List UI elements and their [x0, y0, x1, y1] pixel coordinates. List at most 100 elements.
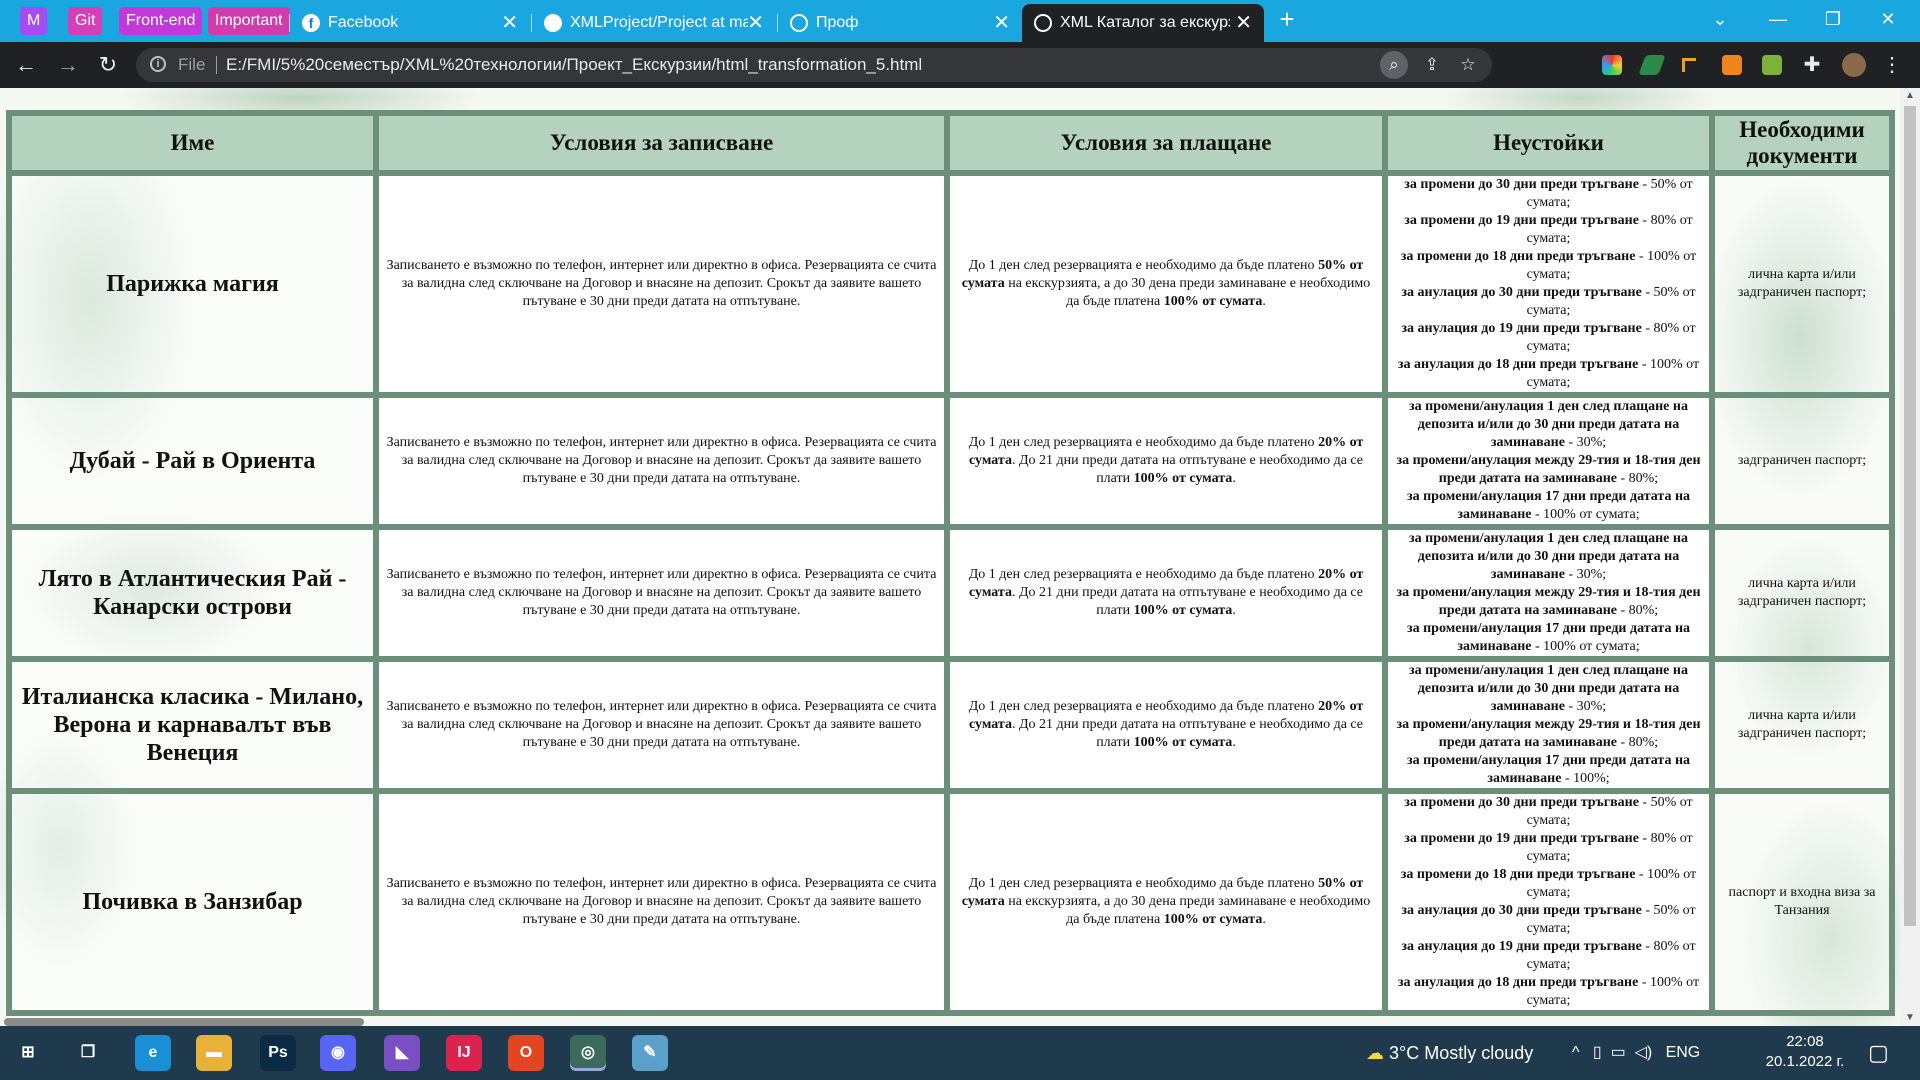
puzzle-icon[interactable]: ✚: [1802, 55, 1822, 75]
penalty-item: за анулация до 30 дни преди тръгване - 5…: [1388, 284, 1709, 320]
payment-text: .: [1232, 471, 1236, 486]
payment-text: .: [1232, 735, 1236, 750]
scrollbar-thumb[interactable]: [1904, 106, 1916, 926]
close-icon[interactable]: ✕: [501, 4, 518, 42]
header-enrollment: Условия за записване: [376, 113, 947, 173]
bookmark-front-end[interactable]: Front-end: [119, 7, 203, 35]
clock[interactable]: 22:08 20.1.2022 г.: [1750, 1032, 1860, 1072]
share-icon[interactable]: ⇪: [1418, 51, 1446, 79]
address-bar[interactable]: i File E:/FMI/5%20семестър/XML%20техноло…: [136, 48, 1492, 82]
close-icon[interactable]: ✕: [993, 4, 1010, 42]
penalty-condition: за промени/анулация 1 ден след плащане н…: [1409, 531, 1688, 582]
tab-facebook[interactable]: f Facebook ✕: [290, 4, 530, 42]
penalty-item: за анулация до 19 дни преди тръгване - 8…: [1388, 938, 1709, 974]
close-window-button[interactable]: ✕: [1868, 4, 1908, 34]
zoom-icon[interactable]: ⌕: [1380, 51, 1408, 79]
forward-button[interactable]: →: [52, 50, 84, 80]
tab-prof[interactable]: Проф ✕: [778, 4, 1022, 42]
penalty-item: за промени до 18 дни преди тръгване - 10…: [1388, 248, 1709, 284]
new-tab-button[interactable]: +: [1267, 4, 1307, 34]
table-row: Парижка магия Записването е възможно по т…: [9, 173, 1892, 395]
weather-widget[interactable]: ☁ 3°C Mostly cloudy: [1366, 1026, 1533, 1080]
vertical-scrollbar[interactable]: ▲ ▼: [1900, 88, 1920, 1026]
header-row: Име Условия за записване Условия за плащ…: [9, 113, 1892, 173]
intellij-app[interactable]: IJ: [446, 1035, 482, 1071]
table-row: Лято в Атлантическия Рай - Канарски остр…: [9, 527, 1892, 659]
bookmark-m[interactable]: M: [20, 7, 48, 35]
globe-icon: [790, 14, 808, 32]
photoshop-app[interactable]: Ps: [260, 1035, 296, 1071]
color-picker-extension-icon[interactable]: [1602, 55, 1622, 75]
chrome-app[interactable]: ◎: [570, 1035, 606, 1071]
office-app[interactable]: O: [508, 1035, 544, 1071]
close-icon[interactable]: ✕: [747, 4, 764, 42]
language-indicator[interactable]: ENG: [1666, 1044, 1701, 1061]
close-icon[interactable]: ✕: [1235, 4, 1252, 42]
bookmark-important[interactable]: Important: [208, 7, 290, 35]
payment-conditions: До 1 ден след резервацията е необходимо …: [947, 791, 1385, 1013]
bookmark-git[interactable]: Git: [68, 7, 103, 35]
table-row: Почивка в Занзибар Записването е възможно…: [9, 791, 1892, 1013]
system-tray[interactable]: ^ ▯ ▭ ◁) ENG: [1572, 1026, 1700, 1080]
pen-extension-icon[interactable]: [1638, 55, 1666, 75]
maximize-button[interactable]: ❐: [1813, 4, 1853, 34]
penalty-list: за промени/анулация 1 ден след плащане н…: [1385, 395, 1712, 527]
penalty-value: - 100%;: [1561, 771, 1610, 786]
globe-icon: [1034, 14, 1052, 32]
battery-icon[interactable]: ▭: [1611, 1044, 1626, 1061]
visual-studio-app[interactable]: ◣: [384, 1035, 420, 1071]
menu-icon[interactable]: ⋮: [1882, 55, 1902, 75]
cloud-sun-icon: ☁: [1366, 1043, 1384, 1063]
penalty-item: за промени до 30 дни преди тръгване - 50…: [1388, 176, 1709, 212]
required-documents: лична карта и/или задграничен паспорт;: [1712, 173, 1892, 395]
edge-app[interactable]: e: [135, 1035, 171, 1071]
github-icon: [544, 14, 562, 32]
penalty-item: за промени до 19 дни преди тръгване - 80…: [1388, 830, 1709, 866]
bookmark-star-icon[interactable]: ☆: [1454, 51, 1482, 79]
file-explorer-app[interactable]: ▬: [196, 1035, 232, 1071]
penalty-item: за промени/анулация между 29-тия и 18-ти…: [1388, 716, 1709, 752]
payment-text: До 1 ден след резервацията е необходимо …: [968, 567, 1319, 582]
network-icon[interactable]: ▯: [1593, 1044, 1602, 1061]
excursion-name: Почивка в Занзибар: [9, 791, 376, 1013]
tab-search-button[interactable]: ⌄: [1700, 4, 1740, 34]
chevron-up-icon[interactable]: ^: [1572, 1044, 1580, 1061]
penalty-item: за анулация до 18 дни преди тръгване - 1…: [1388, 356, 1709, 392]
reload-button[interactable]: ↻: [92, 50, 124, 80]
excursion-name: Италианска класика - Милано, Верона и ка…: [9, 659, 376, 791]
payment-conditions: До 1 ден след резервацията е необходимо …: [947, 395, 1385, 527]
penalty-condition: за анулация до 18 дни преди тръгване: [1397, 357, 1639, 372]
penalty-condition: за анулация до 30 дни преди тръгване: [1401, 903, 1642, 918]
enrollment-conditions: Записването е възможно по телефон, интер…: [376, 791, 947, 1013]
task-view-button[interactable]: ❒: [70, 1035, 106, 1071]
penalty-condition: за анулация до 30 дни преди тръгване: [1401, 285, 1642, 300]
paint-app[interactable]: ✎: [632, 1035, 668, 1071]
minimize-button[interactable]: —: [1758, 4, 1798, 34]
info-icon[interactable]: i: [150, 56, 166, 72]
tab-xml-catalog[interactable]: XML Каталог за екскурзии ✕: [1022, 4, 1264, 42]
horizontal-scrollbar[interactable]: [4, 1018, 364, 1026]
excursion-name: Дубай - Рай в Ориента: [9, 395, 376, 527]
payment-text: .: [1262, 912, 1266, 927]
url-text[interactable]: E:/FMI/5%20семестър/XML%20технологии/Про…: [226, 48, 922, 82]
scroll-down-arrow[interactable]: ▼: [1900, 1010, 1920, 1026]
avatar[interactable]: [1842, 53, 1866, 77]
tab-title: Проф: [816, 14, 859, 31]
back-button[interactable]: ←: [10, 50, 42, 80]
speaker-icon[interactable]: ◁): [1635, 1044, 1653, 1061]
table-row: Дубай - Рай в Ориента Записването е възмо…: [9, 395, 1892, 527]
penalty-condition: за анулация до 19 дни преди тръгване: [1401, 321, 1642, 336]
discord-app[interactable]: ◉: [320, 1035, 356, 1071]
payment-text: До 1 ден след резервацията е необходимо …: [968, 258, 1319, 273]
tab-github[interactable]: XMLProject/Project at main · Vesi ✕: [532, 4, 776, 42]
tab-strip: M Git Front-end Important f Facebook ✕ X…: [0, 0, 1920, 42]
android-extension-icon[interactable]: [1762, 55, 1782, 75]
tab-title: XML Каталог за екскурзии: [1060, 14, 1230, 31]
notifications-icon[interactable]: ▢: [1868, 1026, 1889, 1080]
bracket-extension-icon[interactable]: [1682, 58, 1696, 72]
penalty-item: за промени/анулация 17 дни преди датата …: [1388, 752, 1709, 788]
scroll-up-arrow[interactable]: ▲: [1900, 88, 1920, 104]
start-button[interactable]: ⊞: [10, 1035, 46, 1071]
penalty-item: за промени/анулация 17 дни преди датата …: [1388, 620, 1709, 656]
rss-extension-icon[interactable]: [1722, 55, 1742, 75]
